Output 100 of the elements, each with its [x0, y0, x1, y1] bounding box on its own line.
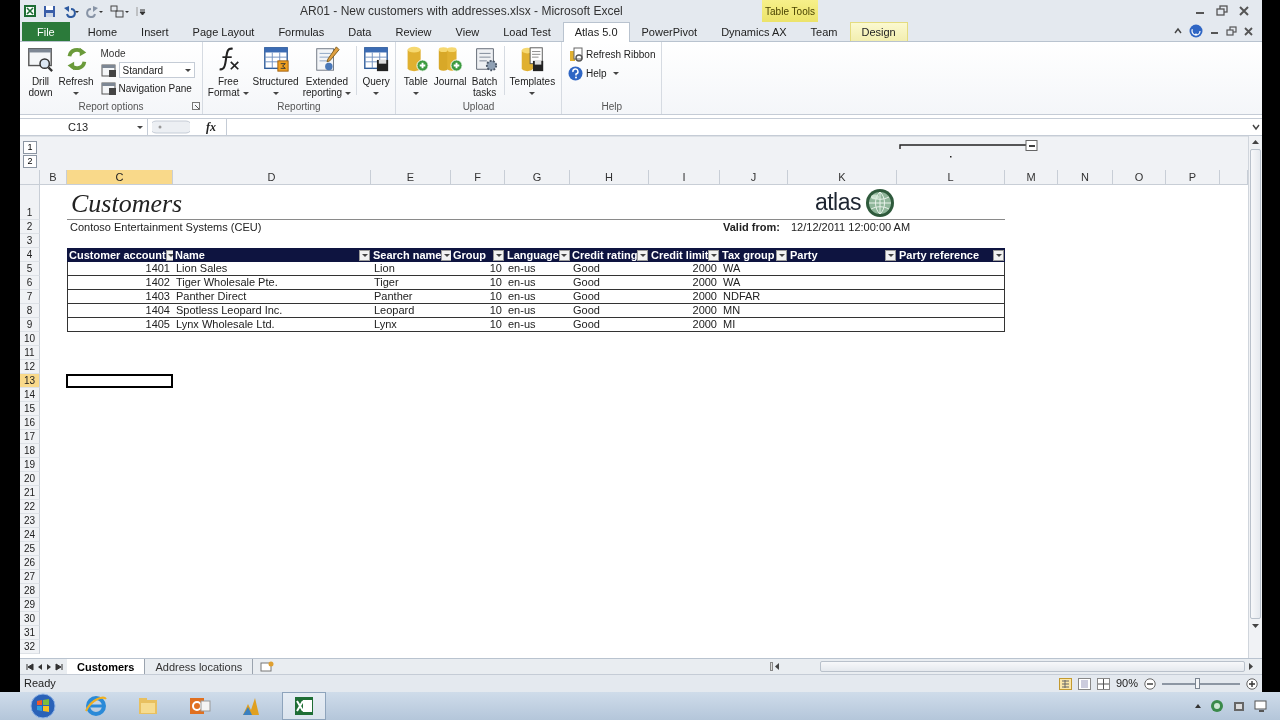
ribbon-button[interactable]: Navigation Pane — [98, 80, 195, 97]
ribbon-tab[interactable]: Data — [336, 22, 384, 41]
restore-icon[interactable] — [1216, 5, 1228, 17]
ribbon-button[interactable]: Help — [566, 65, 658, 82]
normal-view-icon[interactable] — [1058, 677, 1072, 690]
column-header[interactable]: O — [1113, 170, 1166, 185]
ribbon-tab[interactable]: Atlas 5.0 — [562, 22, 630, 42]
redo-icon[interactable] — [86, 4, 104, 18]
previous-sheet-icon[interactable] — [37, 662, 43, 671]
row-header[interactable]: 32 — [20, 640, 40, 654]
ribbon-tab[interactable]: Review — [383, 22, 444, 41]
column-header[interactable]: H — [570, 170, 649, 185]
scroll-up-icon[interactable] — [1251, 138, 1260, 146]
ribbon-tab[interactable]: File — [22, 22, 70, 41]
row-header[interactable]: 21 — [20, 486, 40, 500]
column-header[interactable]: G — [505, 170, 570, 185]
row-header[interactable]: 13 — [20, 374, 40, 388]
column-header[interactable]: I — [649, 170, 720, 185]
column-header[interactable]: K — [788, 170, 897, 185]
column-header[interactable]: D — [173, 170, 371, 185]
row-header[interactable]: 24 — [20, 528, 40, 542]
row-header[interactable]: 16 — [20, 416, 40, 430]
zoom-in-icon[interactable] — [1246, 677, 1258, 690]
selected-cell[interactable] — [66, 374, 173, 388]
network-icon[interactable] — [1210, 699, 1224, 713]
collapse-ribbon-icon[interactable] — [1173, 26, 1183, 36]
ribbon-tab[interactable]: Team — [798, 22, 850, 41]
vertical-scrollbar[interactable] — [1248, 136, 1262, 658]
row-header[interactable]: 5 — [20, 262, 40, 276]
form-icon[interactable] — [110, 4, 130, 18]
ribbon-button[interactable]: Query — [360, 44, 393, 99]
save-icon[interactable] — [43, 4, 56, 18]
outline-level-button[interactable]: 1 — [23, 141, 37, 154]
filter-button[interactable] — [359, 250, 370, 261]
ribbon-button[interactable]: Journal — [431, 44, 469, 88]
ribbon-tab[interactable]: Home — [75, 22, 130, 41]
ribbon-tab[interactable]: PowerPivot — [629, 22, 710, 41]
row-header[interactable]: 17 — [20, 430, 40, 444]
page-layout-view-icon[interactable] — [1077, 677, 1091, 690]
ribbon-tab[interactable]: Page Layout — [180, 22, 267, 41]
ribbon-tab[interactable]: Design — [849, 22, 908, 41]
row-header[interactable]: 19 — [20, 458, 40, 472]
row-header[interactable]: 15 — [20, 402, 40, 416]
column-header[interactable]: N — [1058, 170, 1113, 185]
zoom-percent[interactable]: 90% — [1115, 675, 1138, 692]
customize-menu-icon[interactable] — [136, 4, 146, 18]
column-header[interactable]: J — [720, 170, 788, 185]
zoom-out-icon[interactable] — [1144, 677, 1156, 690]
zoom-slider-thumb[interactable] — [1195, 677, 1201, 689]
row-header[interactable]: 26 — [20, 556, 40, 570]
ribbon-tab[interactable]: Dynamics AX — [709, 22, 799, 41]
ribbon-tab[interactable]: Insert — [129, 22, 181, 41]
ribbon-tab[interactable]: View — [443, 22, 492, 41]
column-header[interactable]: F — [451, 170, 505, 185]
row-header[interactable]: 6 — [20, 276, 40, 290]
filter-button[interactable] — [493, 250, 504, 261]
filter-button[interactable] — [993, 250, 1004, 261]
ribbon-button[interactable]: Batch tasks — [468, 44, 501, 99]
undo-icon[interactable] — [62, 4, 80, 18]
row-header[interactable]: 20 — [20, 472, 40, 486]
ribbon-button[interactable]: Drill down — [24, 44, 57, 99]
column-header[interactable]: B — [40, 170, 67, 185]
sheet-tab[interactable]: Customers — [67, 659, 146, 674]
ribbon-tab[interactable]: Load Test — [491, 22, 563, 41]
row-header[interactable]: 30 — [20, 612, 40, 626]
resize-handle-icon[interactable] — [152, 119, 190, 135]
row-header[interactable]: 8 — [20, 304, 40, 318]
volume-icon[interactable] — [1232, 699, 1246, 713]
scroll-right-icon[interactable] — [1247, 662, 1256, 671]
horizontal-scrollbar[interactable] — [770, 660, 1256, 673]
outline-level-button[interactable]: 2 — [23, 155, 37, 168]
row-header[interactable]: 11 — [20, 346, 40, 360]
last-sheet-icon[interactable] — [55, 662, 63, 671]
filter-button[interactable] — [708, 250, 720, 261]
row-header[interactable]: 29 — [20, 598, 40, 612]
row-header[interactable]: 25 — [20, 542, 40, 556]
name-box[interactable]: C13 — [20, 119, 148, 135]
row-header[interactable]: 31 — [20, 626, 40, 640]
ribbon-button[interactable]: Extended reporting — [300, 44, 354, 99]
row-header[interactable]: 7 — [20, 290, 40, 304]
browser-icon[interactable] — [84, 694, 108, 718]
close-icon[interactable] — [1243, 25, 1254, 37]
scroll-left-icon[interactable] — [770, 662, 780, 671]
insert-function-button[interactable]: fx — [206, 118, 222, 136]
first-sheet-icon[interactable] — [26, 662, 34, 671]
mode-dropdown[interactable]: Standard — [118, 62, 195, 78]
help-icon[interactable] — [1189, 24, 1203, 38]
spreadsheet-app-icon[interactable] — [292, 694, 316, 718]
row-header[interactable]: 1 — [20, 185, 40, 220]
row-header[interactable]: 2 — [20, 220, 40, 234]
ribbon-button[interactable]: Free Format — [205, 44, 251, 99]
row-header[interactable]: 12 — [20, 360, 40, 374]
dialog-launcher-icon[interactable] — [192, 102, 200, 110]
ribbon-button[interactable]: Templates — [507, 44, 558, 99]
row-header[interactable]: 27 — [20, 570, 40, 584]
filter-button[interactable] — [558, 250, 570, 261]
next-sheet-icon[interactable] — [46, 662, 52, 671]
row-header[interactable]: 28 — [20, 584, 40, 598]
row-header[interactable]: 23 — [20, 514, 40, 528]
ribbon-tab[interactable]: Formulas — [266, 22, 337, 41]
